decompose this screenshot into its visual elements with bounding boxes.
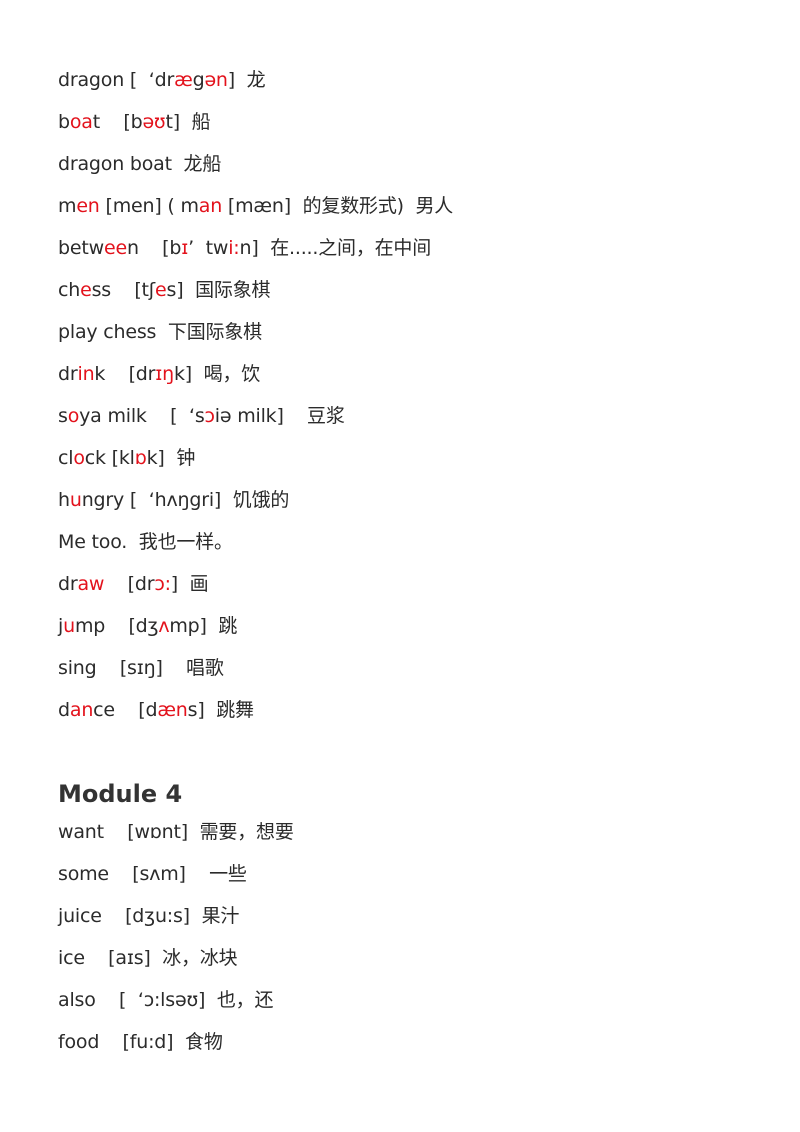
entry-text: iə milk] 豆浆 (214, 405, 345, 427)
vocab-entry-sing: sing [sɪŋ] 唱歌 (58, 652, 760, 694)
highlighted-sound: ee (103, 237, 127, 259)
vocab-entry-drink: drink [drɪŋk] 喝，饮 (58, 358, 760, 400)
entry-text: some [sʌm] 一些 (58, 863, 247, 885)
entry-text: ’ tw (188, 237, 229, 259)
entry-text: s] 跳舞 (187, 699, 254, 721)
entry-text: ce [d (93, 699, 158, 721)
entry-text: food [fu:d] 食物 (58, 1031, 223, 1053)
highlighted-sound: ɔ (204, 405, 215, 427)
highlighted-sound: əʊ (142, 111, 166, 133)
highlighted-sound: æ (174, 69, 193, 91)
vocab-entry-draw: draw [drɔ:] 画 (58, 568, 760, 610)
vocab-entry-want: want [wɒnt] 需要，想要 (58, 816, 760, 858)
highlighted-sound: ɔ: (154, 573, 171, 595)
entry-text: [men] ( m (99, 195, 199, 217)
entry-text: cl (58, 447, 74, 469)
highlighted-sound: u (69, 489, 82, 511)
entry-text: ice [aɪs] 冰，冰块 (58, 947, 238, 969)
entry-text: dr (58, 363, 78, 385)
entry-text: ya milk [ ‘s (79, 405, 205, 427)
entry-text: m (58, 195, 77, 217)
vocab-entry-me-too: Me too. 我也一样。 (58, 526, 760, 568)
entry-text: ] 画 (170, 573, 209, 595)
entry-text: dragon boat 龙船 (58, 153, 222, 175)
entry-text: sing [sɪŋ] 唱歌 (58, 657, 224, 679)
entry-text: want [wɒnt] 需要，想要 (58, 821, 294, 843)
entry-text: [dr (104, 573, 155, 595)
entry-text: k] 喝，饮 (173, 363, 261, 385)
entry-text: ngry [ ‘hʌŋgri] 饥饿的 (81, 489, 290, 511)
vocab-entry-dragon-boat: dragon boat 龙船 (58, 148, 760, 190)
highlighted-sound: in (77, 363, 95, 385)
entry-text: dr (58, 573, 78, 595)
vocabulary-page: dragon [ ‘drægən] 龙 boat [bəʊt] 船 dragon b… (58, 64, 760, 1068)
highlighted-sound: aw (77, 573, 105, 595)
vocab-entry-men: men [men] ( man [mæn] 的复数形式) 男人 (58, 190, 760, 232)
entry-text: h (58, 489, 70, 511)
highlighted-sound: i: (228, 237, 240, 259)
entry-text: t [b (92, 111, 143, 133)
entry-text: betw (58, 237, 104, 259)
entry-text: n [b (126, 237, 182, 259)
vocab-entry-food: food [fu:d] 食物 (58, 1026, 760, 1068)
highlighted-sound: o (67, 405, 80, 427)
vocab-entry-also: also [ ‘ɔ:lsəʊ] 也，还 (58, 984, 760, 1026)
entry-text: b (58, 111, 70, 133)
highlighted-sound: ʌ (158, 615, 170, 637)
highlighted-sound: ɪŋ (155, 363, 174, 385)
entry-text: s] 国际象棋 (166, 279, 271, 301)
vocab-entry-jump: jump [dʒʌmp] 跳 (58, 610, 760, 652)
entry-text: Me too. 我也一样。 (58, 531, 233, 553)
vocab-entry-ice: ice [aɪs] 冰，冰块 (58, 942, 760, 984)
vocab-entry-dance: dance [dæns] 跳舞 (58, 694, 760, 736)
entry-text: ss [tʃ (91, 279, 156, 301)
entry-text: play chess 下国际象棋 (58, 321, 262, 343)
entry-text: ck [kl (84, 447, 135, 469)
vocab-entry-some: some [sʌm] 一些 (58, 858, 760, 900)
highlighted-sound: en (76, 195, 100, 217)
entry-text: k] 钟 (146, 447, 196, 469)
entry-text: ] 龙 (227, 69, 266, 91)
entry-text: g (192, 69, 205, 91)
entry-text: mp] 跳 (169, 615, 238, 637)
highlighted-sound: an (198, 195, 223, 217)
vocab-entry-hungry: hungry [ ‘hʌŋgri] 饥饿的 (58, 484, 760, 526)
vocab-entry-play-chess: play chess 下国际象棋 (58, 316, 760, 358)
vocab-entry-between: between [bɪ’ twi:n] 在.....之间，在中间 (58, 232, 760, 274)
highlighted-sound: ɒ (134, 447, 147, 469)
entry-text: t] 船 (165, 111, 211, 133)
vocabulary-list-module-4: want [wɒnt] 需要，想要 some [sʌm] 一些 juice [dʒu… (58, 816, 760, 1068)
vocab-entry-boat: boat [bəʊt] 船 (58, 106, 760, 148)
entry-text: d (58, 699, 70, 721)
vocab-entry-chess: chess [tʃes] 国际象棋 (58, 274, 760, 316)
highlighted-sound: oa (69, 111, 93, 133)
entry-text: also [ ‘ɔ:lsəʊ] 也，还 (58, 989, 274, 1011)
vocab-entry-clock: clock [klɒk] 钟 (58, 442, 760, 484)
vocab-entry-dragon: dragon [ ‘drægən] 龙 (58, 64, 760, 106)
module-heading: Module 4 (58, 780, 183, 808)
highlighted-sound: e (155, 279, 167, 301)
highlighted-sound: u (63, 615, 75, 637)
vocabulary-list-module-3: dragon [ ‘drægən] 龙 boat [bəʊt] 船 dragon b… (58, 64, 760, 736)
highlighted-sound: o (73, 447, 85, 469)
vocab-entry-juice: juice [dʒu:s] 果汁 (58, 900, 760, 942)
highlighted-sound: an (69, 699, 94, 721)
entry-text: mp [dʒ (74, 615, 159, 637)
entry-text: k [dr (94, 363, 156, 385)
entry-text: s (58, 405, 68, 427)
highlighted-sound: ən (204, 69, 228, 91)
entry-text: [mæn] 的复数形式) 男人 (222, 195, 454, 217)
vocab-entry-soya-milk: soya milk [ ‘sɔiə milk] 豆浆 (58, 400, 760, 442)
highlighted-sound: e (80, 279, 92, 301)
entry-text: n] 在.....之间，在中间 (239, 237, 432, 259)
entry-text: juice [dʒu:s] 果汁 (58, 905, 240, 927)
entry-text: ch (58, 279, 81, 301)
highlighted-sound: æn (157, 699, 188, 721)
entry-text: dragon [ ‘dr (58, 69, 175, 91)
